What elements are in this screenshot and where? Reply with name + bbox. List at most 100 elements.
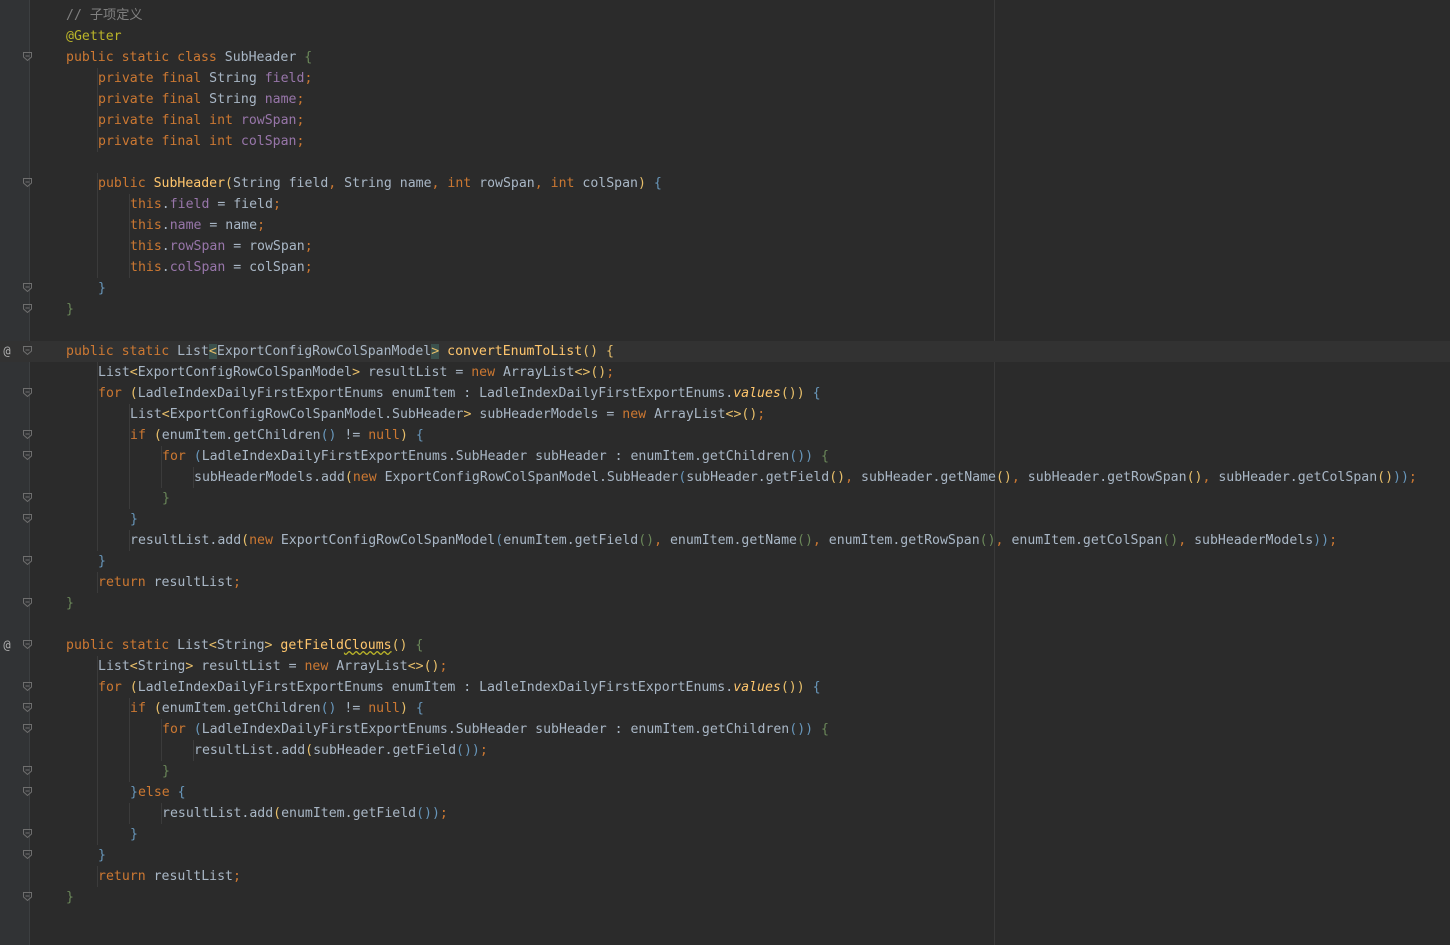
- code-line[interactable]: return resultList;: [0, 866, 1450, 887]
- code-text[interactable]: for (LadleIndexDailyFirstExportEnums enu…: [98, 383, 821, 404]
- code-text[interactable]: }: [162, 488, 170, 509]
- fold-toggle-icon[interactable]: [23, 724, 32, 733]
- code-text[interactable]: this.field = field;: [130, 194, 281, 215]
- fold-toggle-icon[interactable]: [23, 52, 32, 61]
- code-line[interactable]: List<ExportConfigRowColSpanModel.SubHead…: [0, 404, 1450, 425]
- fold-toggle-icon[interactable]: [23, 829, 32, 838]
- fold-toggle-icon[interactable]: [23, 178, 32, 187]
- fold-toggle-icon[interactable]: [23, 430, 32, 439]
- code-text[interactable]: }: [130, 509, 138, 530]
- code-line[interactable]: }: [0, 887, 1450, 908]
- code-line[interactable]: }: [0, 845, 1450, 866]
- code-line[interactable]: }: [0, 824, 1450, 845]
- code-line[interactable]: @ public static List<ExportConfigRowColSp…: [0, 341, 1450, 362]
- code-text[interactable]: if (enumItem.getChildren() != null) {: [130, 698, 424, 719]
- code-text[interactable]: resultList.add(new ExportConfigRowColSpa…: [130, 530, 1337, 551]
- code-text[interactable]: this.name = name;: [130, 215, 265, 236]
- fold-toggle-icon[interactable]: [23, 850, 32, 859]
- fold-toggle-icon[interactable]: [23, 598, 32, 607]
- code-text[interactable]: for (LadleIndexDailyFirstExportEnums.Sub…: [162, 446, 829, 467]
- code-text[interactable]: for (LadleIndexDailyFirstExportEnums.Sub…: [162, 719, 829, 740]
- fold-toggle-icon[interactable]: [23, 283, 32, 292]
- code-text[interactable]: private final String name;: [98, 89, 304, 110]
- fold-toggle-icon[interactable]: [23, 787, 32, 796]
- code-text[interactable]: @Getter: [66, 26, 122, 47]
- code-text[interactable]: }: [98, 551, 106, 572]
- code-text[interactable]: }: [98, 278, 106, 299]
- override-marker-icon[interactable]: @: [1, 635, 13, 656]
- code-line[interactable]: this.name = name;: [0, 215, 1450, 236]
- code-text[interactable]: }: [98, 845, 106, 866]
- fold-toggle-icon[interactable]: [23, 703, 32, 712]
- code-line[interactable]: List<ExportConfigRowColSpanModel> result…: [0, 362, 1450, 383]
- fold-toggle-icon[interactable]: [23, 892, 32, 901]
- code-line[interactable]: }: [0, 509, 1450, 530]
- code-text[interactable]: public static class SubHeader {: [66, 47, 312, 68]
- code-line[interactable]: }: [0, 488, 1450, 509]
- code-line[interactable]: [0, 614, 1450, 635]
- code-line[interactable]: }: [0, 278, 1450, 299]
- code-editor[interactable]: // 子项定义 @Getter public static class SubHea…: [0, 5, 1450, 908]
- code-text[interactable]: if (enumItem.getChildren() != null) {: [130, 425, 424, 446]
- code-line[interactable]: for (LadleIndexDailyFirstExportEnums enu…: [0, 383, 1450, 404]
- code-line[interactable]: for (LadleIndexDailyFirstExportEnums.Sub…: [0, 719, 1450, 740]
- code-text[interactable]: return resultList;: [98, 866, 241, 887]
- code-text[interactable]: private final String field;: [98, 68, 312, 89]
- code-line[interactable]: for (LadleIndexDailyFirstExportEnums enu…: [0, 677, 1450, 698]
- code-line[interactable]: List<String> resultList = new ArrayList<…: [0, 656, 1450, 677]
- code-line[interactable]: [0, 152, 1450, 173]
- code-text[interactable]: List<ExportConfigRowColSpanModel> result…: [98, 362, 614, 383]
- code-line[interactable]: resultList.add(subHeader.getField());: [0, 740, 1450, 761]
- fold-toggle-icon[interactable]: [23, 451, 32, 460]
- code-line[interactable]: }: [0, 593, 1450, 614]
- code-text[interactable]: private final int colSpan;: [98, 131, 304, 152]
- code-line[interactable]: this.colSpan = colSpan;: [0, 257, 1450, 278]
- code-line[interactable]: this.rowSpan = rowSpan;: [0, 236, 1450, 257]
- code-text[interactable]: }: [66, 887, 74, 908]
- code-text[interactable]: }: [162, 761, 170, 782]
- code-text[interactable]: for (LadleIndexDailyFirstExportEnums enu…: [98, 677, 821, 698]
- fold-toggle-icon[interactable]: [23, 556, 32, 565]
- fold-toggle-icon[interactable]: [23, 493, 32, 502]
- override-marker-icon[interactable]: @: [1, 341, 13, 362]
- fold-toggle-icon[interactable]: [23, 346, 32, 355]
- code-line[interactable]: @Getter: [0, 26, 1450, 47]
- code-line[interactable]: @ public static List<String> getFieldClou…: [0, 635, 1450, 656]
- code-text[interactable]: }: [66, 299, 74, 320]
- code-line[interactable]: public SubHeader(String field, String na…: [0, 173, 1450, 194]
- fold-toggle-icon[interactable]: [23, 682, 32, 691]
- code-line[interactable]: if (enumItem.getChildren() != null) {: [0, 698, 1450, 719]
- code-text[interactable]: }else {: [130, 782, 186, 803]
- code-text[interactable]: List<String> resultList = new ArrayList<…: [98, 656, 447, 677]
- code-text[interactable]: public static List<String> getFieldCloum…: [66, 635, 423, 656]
- fold-toggle-icon[interactable]: [23, 766, 32, 775]
- code-text[interactable]: public static List<ExportConfigRowColSpa…: [66, 341, 614, 362]
- code-text[interactable]: this.rowSpan = rowSpan;: [130, 236, 313, 257]
- code-text[interactable]: }: [66, 593, 74, 614]
- code-line[interactable]: subHeaderModels.add(new ExportConfigRowC…: [0, 467, 1450, 488]
- code-line[interactable]: public static class SubHeader {: [0, 47, 1450, 68]
- code-line[interactable]: private final String name;: [0, 89, 1450, 110]
- fold-toggle-icon[interactable]: [23, 640, 32, 649]
- code-text[interactable]: List<ExportConfigRowColSpanModel.SubHead…: [130, 404, 765, 425]
- code-line[interactable]: return resultList;: [0, 572, 1450, 593]
- code-text[interactable]: }: [130, 824, 138, 845]
- code-line[interactable]: }: [0, 761, 1450, 782]
- code-text[interactable]: resultList.add(subHeader.getField());: [194, 740, 488, 761]
- code-line[interactable]: private final int colSpan;: [0, 131, 1450, 152]
- code-line[interactable]: [0, 320, 1450, 341]
- code-text[interactable]: return resultList;: [98, 572, 241, 593]
- code-line[interactable]: }else {: [0, 782, 1450, 803]
- code-line[interactable]: // 子项定义: [0, 5, 1450, 26]
- code-text[interactable]: this.colSpan = colSpan;: [130, 257, 313, 278]
- code-line[interactable]: for (LadleIndexDailyFirstExportEnums.Sub…: [0, 446, 1450, 467]
- code-text[interactable]: public SubHeader(String field, String na…: [98, 173, 662, 194]
- code-line[interactable]: }: [0, 551, 1450, 572]
- fold-toggle-icon[interactable]: [23, 304, 32, 313]
- fold-toggle-icon[interactable]: [23, 514, 32, 523]
- code-line[interactable]: resultList.add(enumItem.getField());: [0, 803, 1450, 824]
- code-line[interactable]: resultList.add(new ExportConfigRowColSpa…: [0, 530, 1450, 551]
- code-text[interactable]: resultList.add(enumItem.getField());: [162, 803, 448, 824]
- fold-toggle-icon[interactable]: [23, 388, 32, 397]
- code-text[interactable]: // 子项定义: [66, 5, 143, 26]
